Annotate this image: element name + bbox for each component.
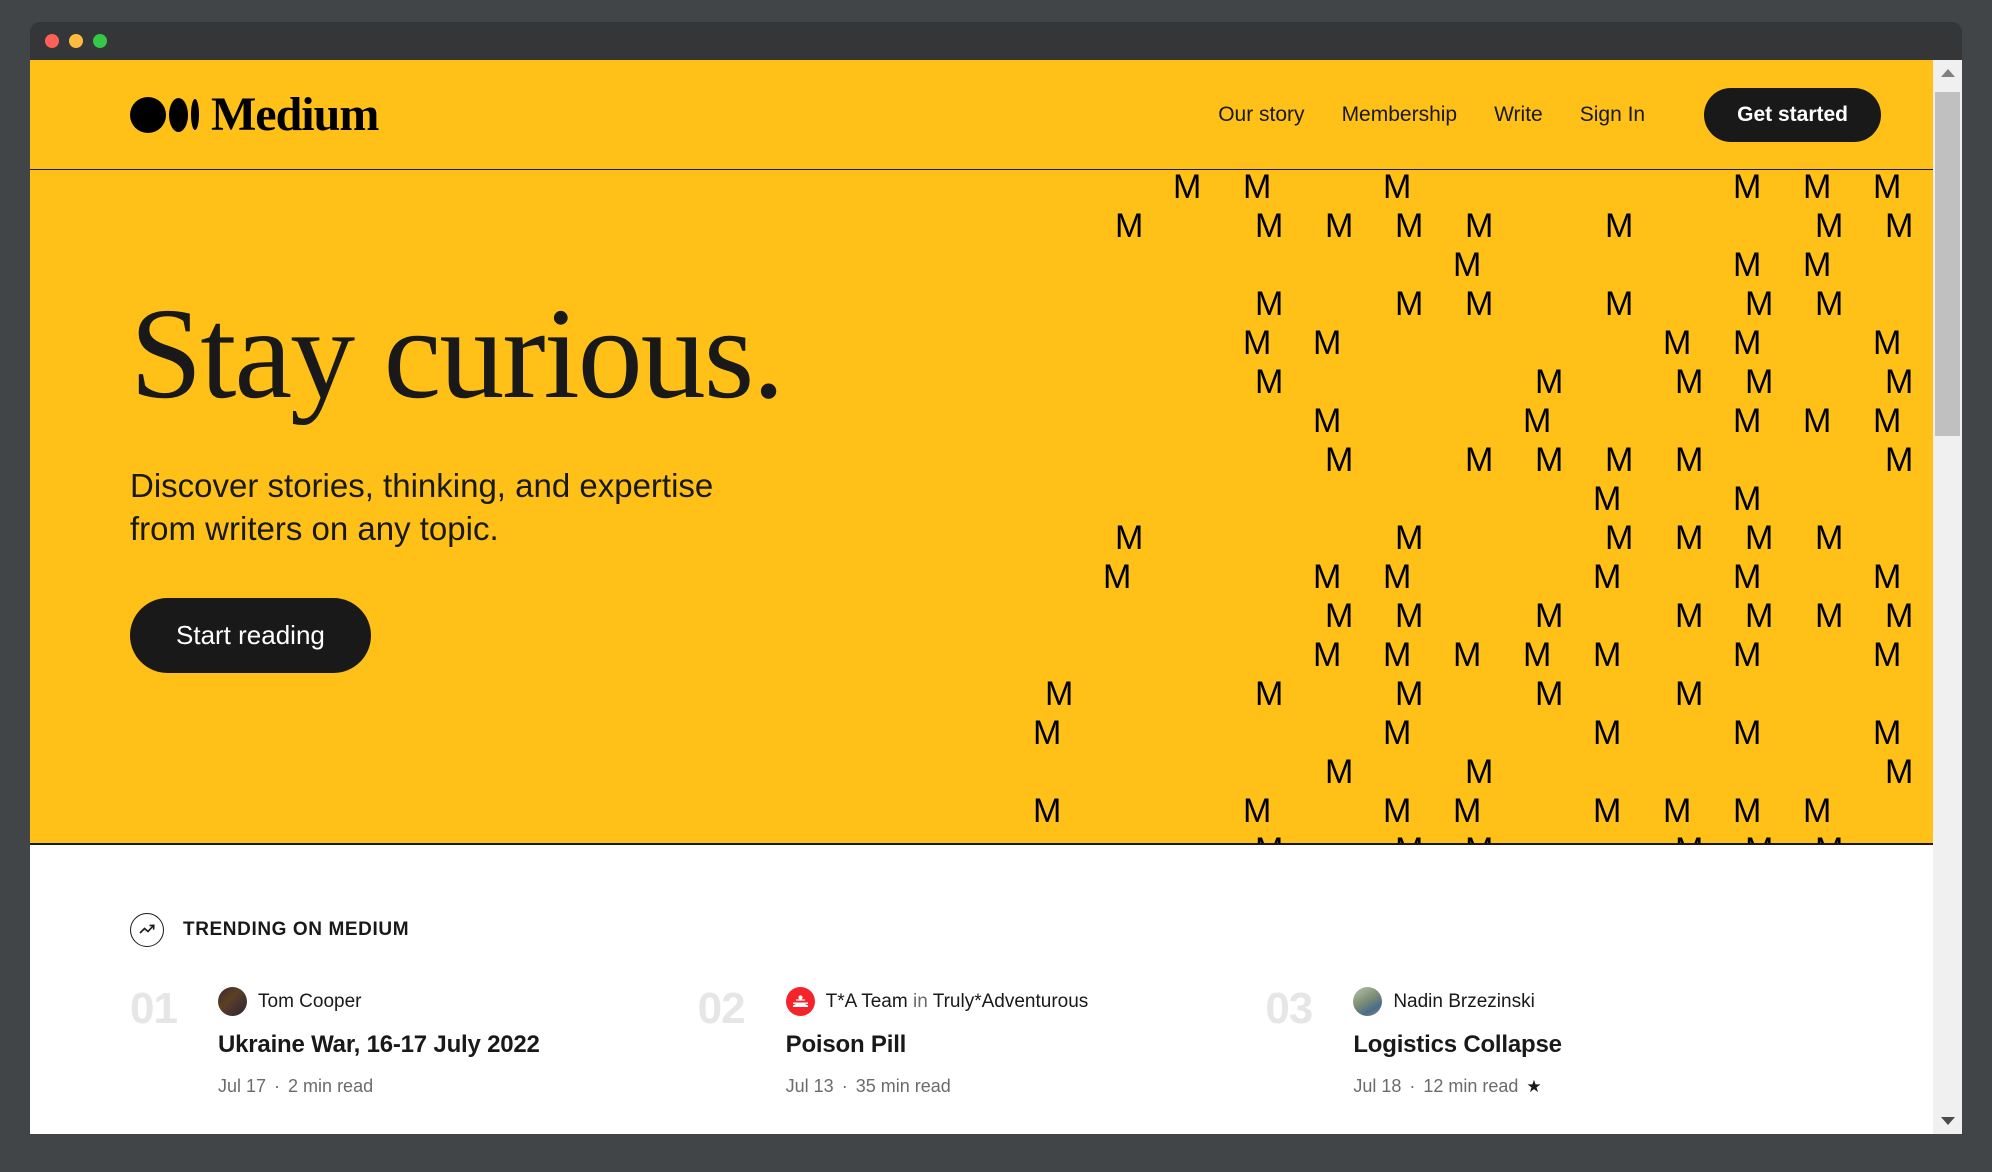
m-pattern-glyph: M	[1255, 833, 1283, 843]
m-pattern-glyph: M	[1395, 675, 1424, 713]
meta-separator: ·	[1409, 1076, 1416, 1096]
close-window-button[interactable]	[45, 34, 59, 48]
minimize-window-button[interactable]	[69, 34, 83, 48]
scrollbar-thumb[interactable]	[1935, 92, 1960, 436]
trending-read-time: 35 min read	[855, 1076, 951, 1096]
m-pattern-glyph: M	[1395, 833, 1423, 843]
hero-title: Stay curious.	[130, 282, 785, 426]
m-pattern-glyph: M	[1873, 714, 1902, 752]
start-reading-button[interactable]: Start reading	[130, 598, 371, 674]
hero-subtitle-line-2: from writers on any topic.	[130, 510, 499, 548]
meta-separator: ·	[841, 1076, 848, 1096]
trending-author-name: Nadin Brzezinski	[1393, 990, 1535, 1012]
m-pattern-glyph: M	[1325, 753, 1354, 791]
medium-logo-wordmark: Medium	[211, 87, 379, 141]
trending-card[interactable]: 02 T*A Team in Truly*Adventurous Poison …	[698, 987, 1266, 1097]
m-pattern-glyph: M	[1593, 792, 1622, 830]
meta-separator: ·	[274, 1076, 281, 1096]
medium-logo[interactable]: Medium	[130, 87, 379, 141]
trending-read-time: 12 min read	[1423, 1076, 1519, 1096]
m-pattern-glyph: M	[1733, 792, 1762, 830]
hero-content: Stay curious. Discover stories, thinking…	[30, 170, 1933, 674]
trending-header: TRENDING ON MEDIUM	[130, 913, 1833, 947]
primary-nav: Our story Membership Write Sign In Get s…	[1218, 87, 1881, 142]
trending-up-icon	[130, 913, 164, 947]
trending-card[interactable]: 01 Tom Cooper Ukraine War, 16-17 July 20…	[130, 987, 698, 1097]
site-header: Medium Our story Membership Write Sign I…	[30, 60, 1933, 170]
nav-link-our-story[interactable]: Our story	[1218, 103, 1304, 127]
page-viewport: Medium Our story Membership Write Sign I…	[30, 60, 1933, 1134]
m-pattern-glyph: M	[1243, 792, 1272, 830]
m-pattern-glyph: M	[1663, 792, 1692, 830]
trending-author-name: T*A Team in Truly*Adventurous	[825, 990, 1089, 1012]
browser-window: Medium Our story Membership Write Sign I…	[30, 22, 1962, 1134]
m-pattern-glyph: M	[1255, 675, 1284, 713]
hero-section: MMMMMMMMMMMMMMMMMMMMMMMMMMMMMMMMMMMMMMMM…	[30, 170, 1933, 845]
traffic-lights	[45, 34, 107, 48]
m-pattern-glyph: M	[1465, 753, 1494, 791]
trending-date: Jul 13	[785, 1076, 834, 1096]
trending-author-row[interactable]: Nadin Brzezinski	[1353, 987, 1793, 1016]
trending-label: TRENDING ON MEDIUM	[183, 919, 410, 940]
trending-meta: Jul 17 · 2 min read	[218, 1076, 658, 1097]
nav-link-write[interactable]: Write	[1494, 103, 1543, 127]
vertical-scrollbar[interactable]	[1933, 60, 1962, 1134]
trending-rank: 03	[1265, 984, 1313, 1033]
trending-section: TRENDING ON MEDIUM 01 Tom Cooper Ukraine…	[30, 845, 1933, 1097]
avatar	[218, 987, 247, 1016]
m-pattern-glyph: M	[1593, 714, 1622, 752]
m-pattern-glyph: M	[1675, 833, 1703, 843]
hero-subtitle-line-1: Discover stories, thinking, and expertis…	[130, 466, 714, 504]
trending-article-title[interactable]: Ukraine War, 16-17 July 2022	[218, 1030, 658, 1060]
m-pattern-glyph: M	[1383, 792, 1412, 830]
window-titlebar	[30, 22, 1962, 60]
medium-logo-icon	[130, 96, 199, 133]
avatar	[1353, 987, 1383, 1016]
trending-rank: 01	[130, 984, 178, 1033]
nav-link-sign-in[interactable]: Sign In	[1580, 103, 1645, 127]
trending-meta: Jul 13 · 35 min read	[786, 1076, 1226, 1097]
m-pattern-glyph: M	[1733, 714, 1762, 752]
m-pattern-glyph: M	[1745, 833, 1773, 843]
trending-author-row[interactable]: T*A Team in Truly*Adventurous	[785, 987, 1226, 1016]
m-pattern-glyph: M	[1675, 675, 1704, 713]
trending-author-row[interactable]: Tom Cooper	[218, 987, 658, 1016]
hero-subtitle: Discover stories, thinking, and expertis…	[130, 464, 790, 552]
scroll-up-arrow-icon[interactable]	[1933, 60, 1962, 86]
avatar	[785, 987, 815, 1016]
nav-link-membership[interactable]: Membership	[1342, 103, 1458, 127]
m-pattern-glyph: M	[1803, 792, 1832, 830]
trending-article-title[interactable]: Poison Pill	[786, 1030, 1226, 1060]
trending-author-name: Tom Cooper	[258, 990, 362, 1012]
m-pattern-glyph: M	[1453, 792, 1482, 830]
member-star-icon: ★	[1526, 1076, 1542, 1096]
get-started-button[interactable]: Get started	[1704, 87, 1881, 142]
m-pattern-glyph: M	[1383, 714, 1412, 752]
trending-date: Jul 17	[218, 1076, 267, 1096]
scroll-down-arrow-icon[interactable]	[1933, 1108, 1962, 1134]
m-pattern-glyph: M	[1045, 675, 1074, 713]
trending-read-time: 2 min read	[288, 1076, 374, 1096]
trending-date: Jul 18	[1353, 1076, 1402, 1096]
m-pattern-glyph: M	[1885, 753, 1914, 791]
trending-card[interactable]: 03 Nadin Brzezinski Logistics Collapse J…	[1265, 987, 1833, 1097]
m-pattern-glyph: M	[1815, 833, 1843, 843]
zoom-window-button[interactable]	[93, 34, 107, 48]
trending-grid: 01 Tom Cooper Ukraine War, 16-17 July 20…	[130, 987, 1833, 1097]
m-pattern-glyph: M	[1535, 675, 1564, 713]
m-pattern-glyph: M	[1033, 714, 1062, 752]
trending-rank: 02	[697, 984, 746, 1033]
trending-article-title[interactable]: Logistics Collapse	[1353, 1030, 1793, 1060]
m-pattern-glyph: M	[1465, 833, 1493, 843]
trending-meta: Jul 18 · 12 min read ★	[1353, 1076, 1793, 1097]
m-pattern-glyph: M	[1033, 792, 1062, 830]
